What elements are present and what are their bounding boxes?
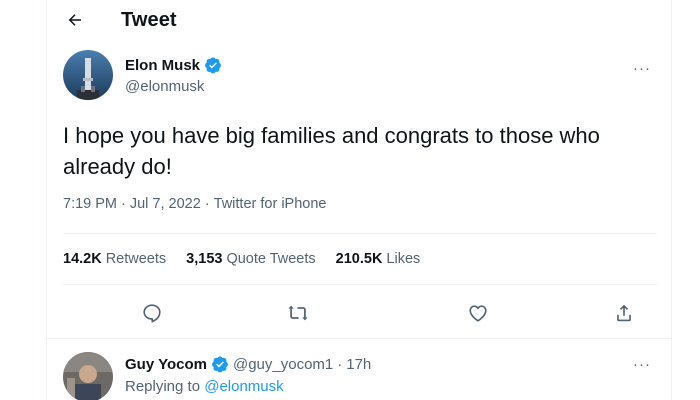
divider	[63, 284, 657, 285]
author-avatar[interactable]	[63, 50, 113, 100]
reply-more-options-icon[interactable]: ···	[633, 356, 651, 373]
like-icon	[469, 305, 487, 322]
author-name-row: Elon Musk	[125, 56, 222, 74]
replying-to-mention[interactable]: @elonmusk	[204, 378, 283, 395]
like-button[interactable]	[463, 298, 493, 328]
reply-time[interactable]: 17h	[346, 356, 371, 373]
divider	[63, 233, 657, 234]
share-icon	[617, 304, 631, 322]
author-name[interactable]: Elon Musk	[125, 57, 200, 74]
reply-header: Guy Yocom @guy_yocom1 · 17h	[125, 355, 371, 373]
tweet-meta: 7:19 PM · Jul 7, 2022 · Twitter for iPho…	[63, 196, 326, 212]
likes-count: 210.5K	[335, 251, 383, 267]
retweet-button[interactable]	[283, 298, 313, 328]
verified-badge-icon	[205, 57, 221, 74]
share-button[interactable]	[609, 298, 639, 328]
meta-separator: ·	[121, 196, 126, 212]
divider	[47, 338, 671, 339]
reply-avatar[interactable]	[63, 352, 113, 400]
tweet-stats: 14.2K Retweets 3,153 Quote Tweets 210.5K…	[63, 251, 420, 267]
tweet-text: I hope you have big families and congrat…	[63, 123, 600, 179]
likes-label: Likes	[386, 251, 421, 267]
quote-tweets-stat[interactable]: 3,153 Quote Tweets	[186, 251, 316, 267]
retweets-count: 14.2K	[63, 251, 102, 267]
retweets-label: Retweets	[105, 251, 167, 267]
retweet-icon	[288, 305, 308, 321]
author-handle[interactable]: @elonmusk	[125, 78, 204, 95]
tweet-actions	[63, 298, 657, 328]
retweets-stat[interactable]: 14.2K Retweets	[63, 251, 166, 267]
tweet-time[interactable]: 7:19 PM	[63, 196, 117, 212]
back-arrow-icon	[68, 14, 81, 26]
avatar-image	[63, 50, 113, 100]
reply-icon	[143, 304, 161, 323]
reply-button[interactable]	[137, 298, 167, 328]
likes-stat[interactable]: 210.5K Likes	[336, 251, 421, 267]
more-options-icon[interactable]: ···	[633, 60, 651, 77]
quote-tweets-count: 3,153	[186, 251, 223, 267]
back-button[interactable]	[61, 6, 89, 34]
reply-author-name[interactable]: Guy Yocom	[125, 356, 207, 373]
tweet-source[interactable]: Twitter for iPhone	[214, 196, 327, 212]
tweet-date[interactable]: Jul 7, 2022	[130, 196, 201, 212]
page-title: Tweet	[121, 9, 177, 31]
reply-separator: ·	[337, 355, 343, 373]
replying-to-line: Replying to @elonmusk	[125, 378, 284, 395]
reply-avatar-image	[63, 352, 113, 400]
quote-tweets-label: Quote Tweets	[226, 251, 316, 267]
tweet-column: Tweet Elon Musk @elonmusk ··· I hope you	[46, 0, 672, 400]
verified-badge-icon	[212, 356, 228, 373]
reply-author-handle[interactable]: @guy_yocom1	[233, 356, 333, 373]
replying-to-label: Replying to	[125, 378, 201, 395]
meta-separator: ·	[204, 196, 210, 212]
